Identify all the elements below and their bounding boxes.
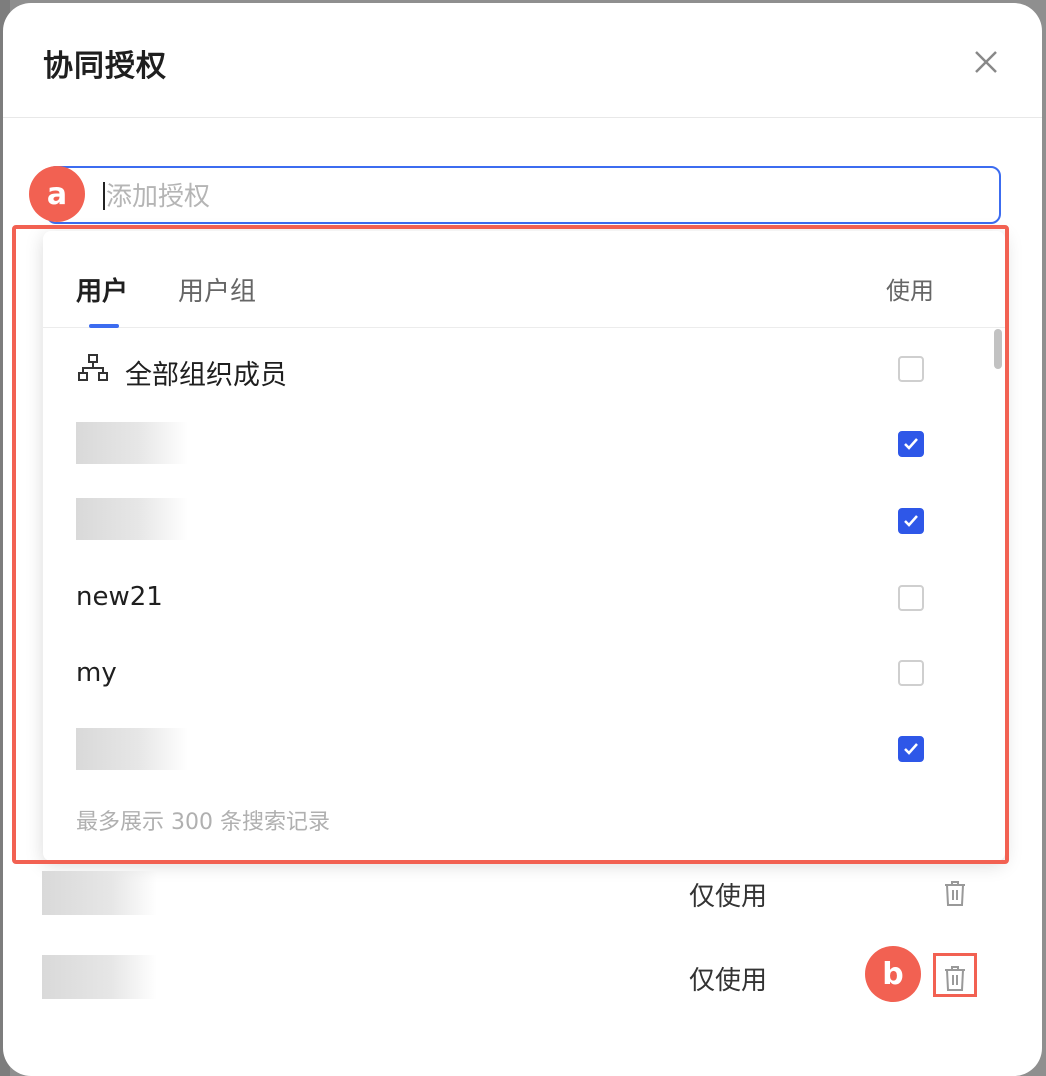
list-item[interactable]: my — [43, 644, 963, 704]
use-checkbox[interactable] — [898, 431, 924, 457]
dialog-title: 协同授权 — [43, 49, 167, 84]
search-limit-note: 最多展示 300 条搜索记录 — [76, 810, 330, 835]
list-item-label: new21 — [76, 582, 163, 612]
list-item-label: my — [76, 658, 117, 688]
dropdown-tabs: 用户 用户组 使用 — [43, 231, 1005, 328]
list-item[interactable] — [43, 414, 963, 474]
check-icon — [904, 743, 918, 755]
add-authorization-input[interactable] — [104, 178, 988, 216]
list-item[interactable] — [43, 720, 963, 780]
tab-user-groups[interactable]: 用户组 — [178, 271, 256, 308]
annotation-badge-b: b — [865, 946, 921, 1002]
check-icon — [904, 438, 918, 450]
redacted-name — [76, 422, 188, 464]
list-item-all-members[interactable]: 全部组织成员 — [43, 339, 963, 399]
permission-role: 仅使用 — [689, 966, 768, 996]
add-authorization-field[interactable] — [46, 166, 1001, 224]
trash-icon[interactable] — [943, 879, 967, 907]
use-checkbox[interactable] — [898, 508, 924, 534]
use-checkbox[interactable] — [898, 356, 924, 382]
redacted-name — [42, 871, 157, 915]
permission-role: 仅使用 — [689, 882, 768, 912]
check-icon — [904, 515, 918, 527]
use-checkbox[interactable] — [898, 585, 924, 611]
tab-users[interactable]: 用户 — [76, 271, 128, 308]
use-checkbox[interactable] — [898, 660, 924, 686]
annotation-frame-b — [933, 953, 977, 997]
redacted-name — [76, 728, 188, 770]
org-chart-icon — [78, 354, 108, 381]
authorization-dropdown: 用户 用户组 使用 全部组织成员 new21 my 最多展示 300 条搜索记录 — [43, 231, 1005, 861]
annotation-badge-a: a — [29, 166, 85, 222]
dialog-header: 协同授权 — [3, 3, 1042, 118]
use-column-header: 使用 — [886, 277, 934, 305]
dropdown-scrollbar[interactable] — [994, 329, 1002, 369]
authorization-dialog: 协同授权 用户 用户组 使用 全部组织成员 — [3, 3, 1042, 1076]
redacted-name — [76, 498, 188, 540]
use-checkbox[interactable] — [898, 736, 924, 762]
list-item-label: 全部组织成员 — [125, 360, 287, 391]
redacted-name — [42, 955, 157, 999]
permission-row: 仅使用 — [3, 858, 1042, 928]
list-item[interactable] — [43, 492, 963, 552]
close-icon — [975, 51, 997, 73]
close-button[interactable] — [969, 45, 1003, 79]
list-item[interactable]: new21 — [43, 568, 963, 628]
active-tab-indicator — [89, 324, 119, 328]
